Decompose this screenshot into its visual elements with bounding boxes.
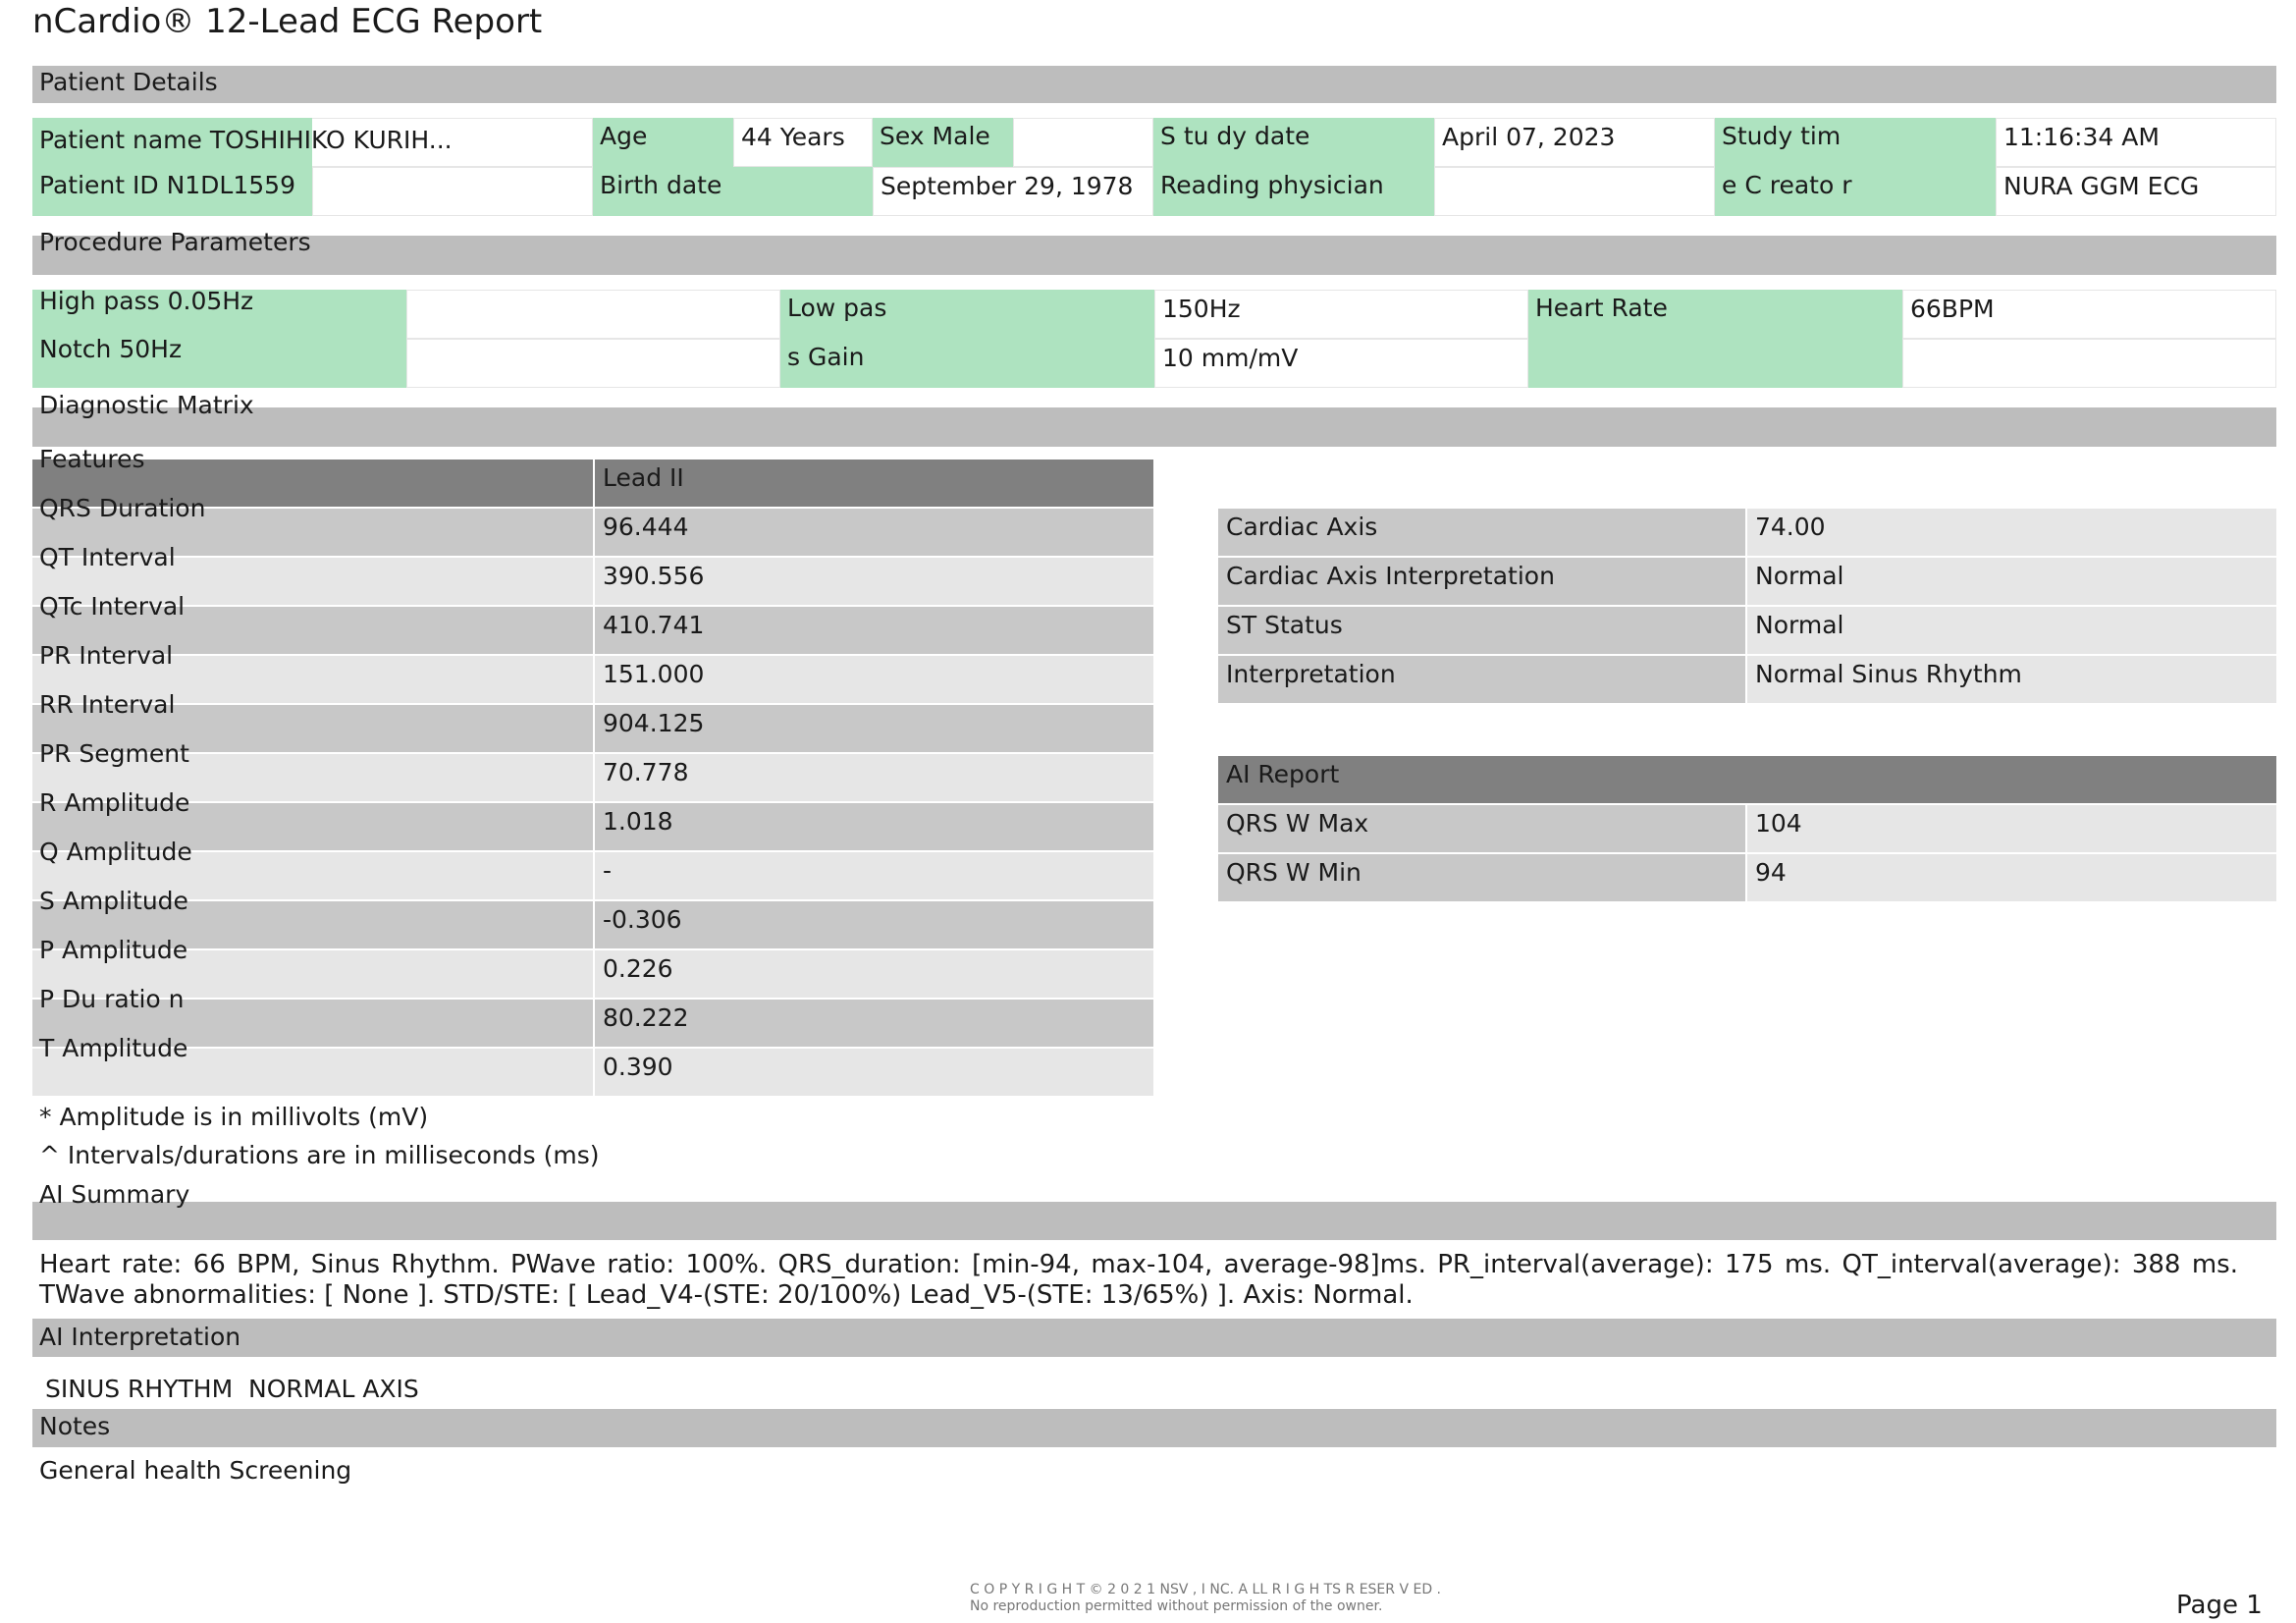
heart-rate-label: Heart Rate bbox=[1528, 290, 1902, 339]
feature-value: 904.125 bbox=[595, 705, 1153, 752]
study-date-label: S tu dy date bbox=[1153, 118, 1434, 167]
ai-summary-bar bbox=[32, 1202, 2276, 1240]
birth-date-label: Birth date bbox=[593, 167, 873, 216]
page-number: Page 1 bbox=[2176, 1591, 2263, 1620]
study-date-value: April 07, 2023 bbox=[1434, 118, 1715, 167]
creator-value: NURA GGM ECG bbox=[1996, 167, 2276, 216]
axis-value: Normal Sinus Rhythm bbox=[1747, 656, 2276, 703]
feature-label: PR Interval bbox=[39, 641, 174, 670]
copyright-line-2: No reproduction permitted without permis… bbox=[970, 1598, 1383, 1614]
ai-report-header: AI Report bbox=[1218, 756, 2276, 803]
gain-value: 10 mm/mV bbox=[1154, 339, 1528, 388]
feature-value: 410.741 bbox=[595, 607, 1153, 654]
feature-value: 1.018 bbox=[595, 803, 1153, 850]
high-pass: High pass 0.05Hz bbox=[39, 287, 254, 315]
age-label: Age bbox=[593, 118, 733, 167]
feature-value: 390.556 bbox=[595, 558, 1153, 605]
diagnostic-matrix-title: Diagnostic Matrix bbox=[39, 391, 254, 419]
ai-interpretation-bar bbox=[32, 1319, 2276, 1357]
procedure-parameters-title: Procedure Parameters bbox=[39, 228, 311, 256]
patient-id-empty bbox=[312, 167, 593, 216]
notes-text: General health Screening bbox=[39, 1456, 352, 1485]
ai-report-value: 94 bbox=[1747, 854, 2276, 901]
age-value: 44 Years bbox=[733, 118, 873, 167]
feature-value: 0.226 bbox=[595, 950, 1153, 998]
ai-report-value: 104 bbox=[1747, 805, 2276, 852]
sex-label: Sex Male bbox=[873, 118, 1013, 167]
feature-label: P Du ratio n bbox=[39, 985, 185, 1013]
lead-ii-header: Lead II bbox=[595, 460, 1153, 507]
axis-label: Cardiac Axis Interpretation bbox=[1218, 558, 1745, 605]
ai-summary-title: AI Summary bbox=[39, 1180, 190, 1209]
heart-rate-value: 66BPM bbox=[1902, 290, 2276, 339]
patient-id: Patient ID N1DL1559 bbox=[32, 167, 312, 216]
feature-label: QT Interval bbox=[39, 543, 176, 571]
diagnostic-matrix-bar bbox=[32, 407, 2276, 447]
notes-bar bbox=[32, 1409, 2276, 1447]
axis-value: 74.00 bbox=[1747, 509, 2276, 556]
notes-title: Notes bbox=[39, 1412, 111, 1440]
feature-value: -0.306 bbox=[595, 901, 1153, 948]
patient-details-title: Patient Details bbox=[39, 68, 218, 96]
reading-physician-label: Reading physician bbox=[1153, 167, 1434, 216]
study-time-label: Study tim bbox=[1715, 118, 1996, 167]
feature-value: - bbox=[595, 852, 1153, 899]
copyright: C O P Y R I G H T © 2 0 2 1 NSV , I NC. … bbox=[970, 1582, 1441, 1615]
patient-name: Patient name TOSHIHIKO KURIH... bbox=[39, 126, 453, 154]
sex-value-empty bbox=[1013, 118, 1153, 167]
features-header: Features bbox=[39, 445, 145, 473]
low-pass-label: Low pas bbox=[780, 290, 1154, 339]
axis-value: Normal bbox=[1747, 607, 2276, 654]
notch-value-empty bbox=[406, 339, 780, 388]
ai-interpretation-title: AI Interpretation bbox=[39, 1323, 241, 1351]
high-pass-value-empty bbox=[406, 290, 780, 339]
copyright-line-1: C O P Y R I G H T © 2 0 2 1 NSV , I NC. … bbox=[970, 1582, 1442, 1597]
gain-label: s Gain bbox=[780, 339, 1154, 388]
ai-interpretation-text: SINUS RHYTHM NORMAL AXIS bbox=[45, 1375, 419, 1403]
feature-value: 80.222 bbox=[595, 1000, 1153, 1047]
feature-value: 96.444 bbox=[595, 509, 1153, 556]
feature-label: Q Amplitude bbox=[39, 838, 192, 866]
ai-report-label: QRS W Max bbox=[1218, 805, 1745, 852]
heart-rate-empty-value bbox=[1902, 339, 2276, 388]
ai-summary-text: Heart rate: 66 BPM, Sinus Rhythm. PWave … bbox=[39, 1250, 2238, 1310]
feature-label: QTc Interval bbox=[39, 592, 186, 621]
reading-physician-value bbox=[1434, 167, 1715, 216]
procedure-parameters-bar bbox=[32, 236, 2276, 275]
footnote-amplitude: * Amplitude is in millivolts (mV) bbox=[39, 1103, 429, 1131]
report-title: nCardio® 12-Lead ECG Report bbox=[32, 2, 543, 41]
study-time-value: 11:16:34 AM bbox=[1996, 118, 2276, 167]
feature-value: 0.390 bbox=[595, 1049, 1153, 1096]
axis-value: Normal bbox=[1747, 558, 2276, 605]
birth-date-value: September 29, 1978 bbox=[873, 167, 1153, 216]
feature-label: T Amplitude bbox=[39, 1034, 188, 1062]
creator-label: e C reato r bbox=[1715, 167, 1996, 216]
notch: Notch 50Hz bbox=[39, 335, 183, 363]
ai-report-label: QRS W Min bbox=[1218, 854, 1745, 901]
feature-value: 151.000 bbox=[595, 656, 1153, 703]
feature-label: R Amplitude bbox=[39, 788, 190, 817]
feature-label: QRS Duration bbox=[39, 494, 206, 522]
axis-label: Cardiac Axis bbox=[1218, 509, 1745, 556]
axis-label: ST Status bbox=[1218, 607, 1745, 654]
feature-label: P Amplitude bbox=[39, 936, 188, 964]
axis-label: Interpretation bbox=[1218, 656, 1745, 703]
feature-value: 70.778 bbox=[595, 754, 1153, 801]
footnote-intervals: ^ Intervals/durations are in millisecond… bbox=[39, 1141, 600, 1169]
feature-label: RR Interval bbox=[39, 690, 176, 719]
feature-label: S Amplitude bbox=[39, 887, 188, 915]
low-pass-value: 150Hz bbox=[1154, 290, 1528, 339]
heart-rate-empty-label bbox=[1528, 339, 1902, 388]
feature-label: PR Segment bbox=[39, 739, 189, 768]
patient-details-bar bbox=[32, 66, 2276, 103]
